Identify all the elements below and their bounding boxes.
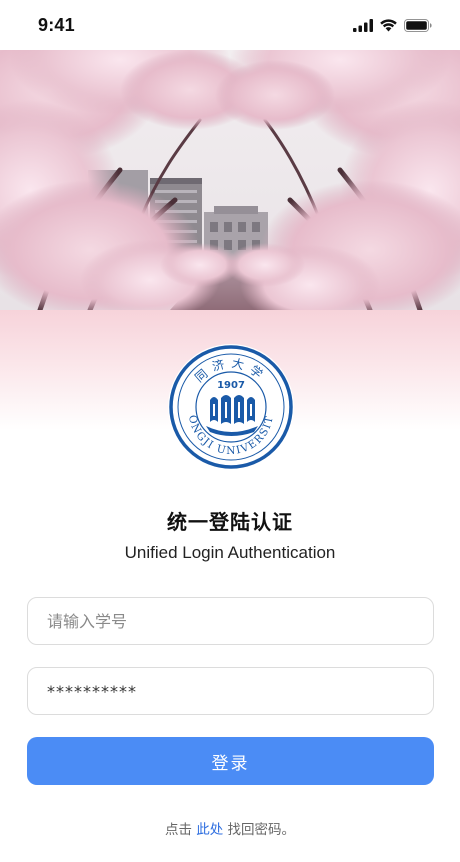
footer-suffix: 找回密码。	[227, 822, 296, 838]
status-bar: 9:41	[0, 0, 460, 50]
student-id-input[interactable]	[27, 597, 434, 645]
cellular-signal-icon	[353, 18, 373, 32]
page-subtitle: Unified Login Authentication	[124, 543, 336, 562]
login-button[interactable]: 登录	[27, 737, 434, 785]
page-title: 统一登陆认证	[167, 510, 293, 534]
forgot-password-link[interactable]: 此处	[196, 822, 223, 838]
status-icons	[353, 18, 432, 32]
emblem-year: 1907	[217, 380, 245, 391]
battery-icon	[404, 18, 432, 32]
forgot-password-footer: 点击 此处 找回密码。	[0, 818, 460, 838]
cherry-blossom-campus-photo	[0, 50, 460, 310]
hero-image	[0, 50, 460, 310]
footer-prefix: 点击	[164, 822, 192, 838]
status-time: 9:41	[38, 14, 75, 35]
password-input[interactable]	[27, 667, 434, 715]
wifi-icon	[380, 19, 397, 32]
tongji-university-emblem: TONGJI UNIVERSITY 同济大学 1907	[161, 333, 296, 472]
emblem-graphic: TONGJI UNIVERSITY 同济大学 1907	[161, 333, 294, 470]
